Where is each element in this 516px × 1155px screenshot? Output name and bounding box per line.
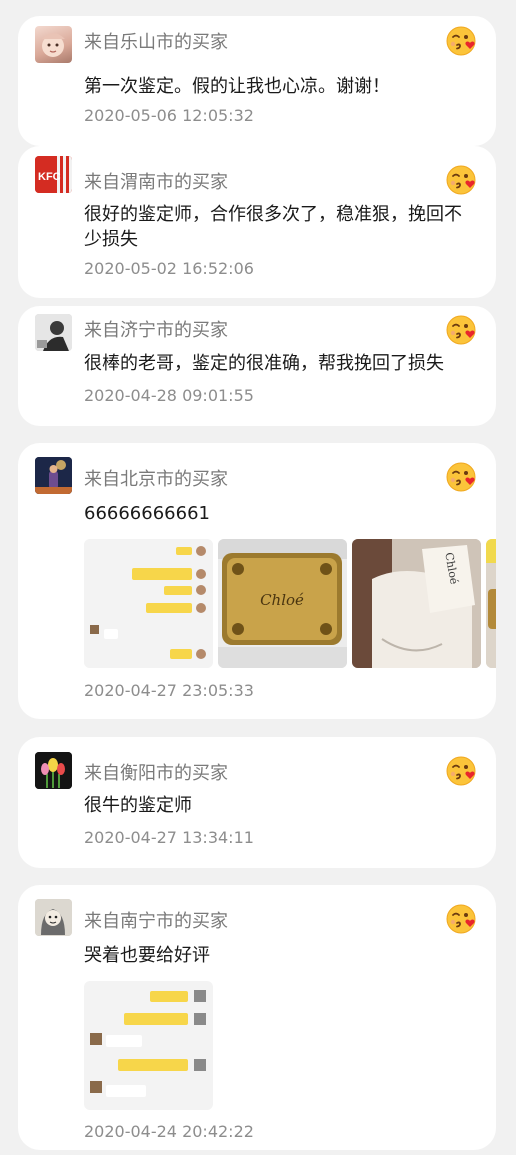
kiss-face-icon	[446, 461, 478, 493]
review-comment: 很牛的鉴定师	[84, 795, 192, 816]
review-card: 来自济宁市的买家 很棒的老哥，鉴定的很准确，帮我挽回了损失 2020-04-28…	[18, 306, 496, 426]
review-time: 2020-05-06 12:05:32	[84, 106, 254, 125]
night-photo-avatar-icon	[35, 457, 72, 494]
review-comment: 66666666661	[84, 503, 210, 524]
chat-screenshot-photo[interactable]	[84, 539, 213, 668]
avatar[interactable]	[35, 314, 72, 351]
buyer-location: 来自济宁市的买家	[84, 320, 228, 341]
chloe-plate-photo[interactable]: Chloé	[218, 539, 347, 668]
review-time: 2020-04-27 13:34:11	[84, 828, 254, 847]
review-time: 2020-04-28 09:01:55	[84, 386, 254, 405]
review-comment: 第一次鉴定。假的让我也心凉。谢谢！	[84, 76, 390, 97]
buyer-location: 来自北京市的买家	[84, 469, 228, 490]
review-comment: 很好的鉴定师，合作很多次了，稳准狠，挽回不少损失	[84, 204, 462, 250]
review-card: KFC 来自渭南市的买家 很好的鉴定师，合作很多次了，稳准狠，挽回不少损失 20…	[18, 146, 496, 298]
review-time: 2020-04-24 20:42:22	[84, 1122, 254, 1141]
avatar[interactable]	[35, 752, 72, 789]
chloe-tag-image: Chloé	[352, 539, 481, 668]
avatar[interactable]	[35, 899, 72, 936]
kiss-face-icon	[446, 25, 478, 57]
review-comment: 哭着也要给好评	[84, 945, 210, 966]
kiss-face-icon	[446, 755, 478, 787]
avatar[interactable]	[35, 457, 72, 494]
review-card: 来自乐山市的买家 第一次鉴定。假的让我也心凉。谢谢！ 2020-05-06 12…	[18, 16, 496, 146]
tulip-avatar-icon	[35, 752, 72, 789]
avatar[interactable]	[35, 26, 72, 63]
buyer-location: 来自乐山市的买家	[84, 32, 228, 53]
review-card: 来自南宁市的买家 哭着也要给好评 2020-04-24 20:42:22	[18, 885, 496, 1150]
chat-screenshot-image	[84, 539, 213, 668]
baby-avatar-icon	[42, 33, 65, 57]
kiss-face-icon	[446, 903, 478, 935]
chloe-bag-tag-photo[interactable]: Chloé	[352, 539, 481, 668]
review-card: 来自北京市的买家 66666666661 Chloé Chloé 2020-04…	[18, 443, 496, 719]
kfc-avatar-icon: KFC	[35, 156, 72, 193]
avatar[interactable]: KFC	[35, 156, 72, 193]
review-time: 2020-04-27 23:05:33	[84, 681, 254, 700]
review-card: 来自衡阳市的买家 很牛的鉴定师 2020-04-27 13:34:11	[18, 737, 496, 868]
buyer-location: 来自渭南市的买家	[84, 172, 228, 193]
chat-screenshot-image	[84, 981, 213, 1110]
bag-partial-image	[486, 539, 496, 668]
chloe-plate-image: Chloé	[218, 539, 347, 668]
chloe-logo-text: Chloé	[260, 591, 304, 609]
buyer-location: 来自南宁市的买家	[84, 911, 228, 932]
chat-screenshot-photo[interactable]	[84, 981, 213, 1110]
review-time: 2020-05-02 16:52:06	[84, 259, 254, 278]
kiss-face-icon	[446, 164, 478, 196]
review-comment: 很棒的老哥，鉴定的很准确，帮我挽回了损失	[84, 353, 444, 374]
svg-text:KFC: KFC	[38, 171, 61, 183]
cartoon-avatar-icon	[35, 899, 72, 936]
kiss-face-icon	[446, 314, 478, 346]
bw-photo-avatar-icon	[35, 314, 72, 351]
photo-gallery[interactable]: Chloé Chloé	[84, 539, 496, 669]
buyer-location: 来自衡阳市的买家	[84, 763, 228, 784]
bag-partial-photo[interactable]	[486, 539, 496, 668]
